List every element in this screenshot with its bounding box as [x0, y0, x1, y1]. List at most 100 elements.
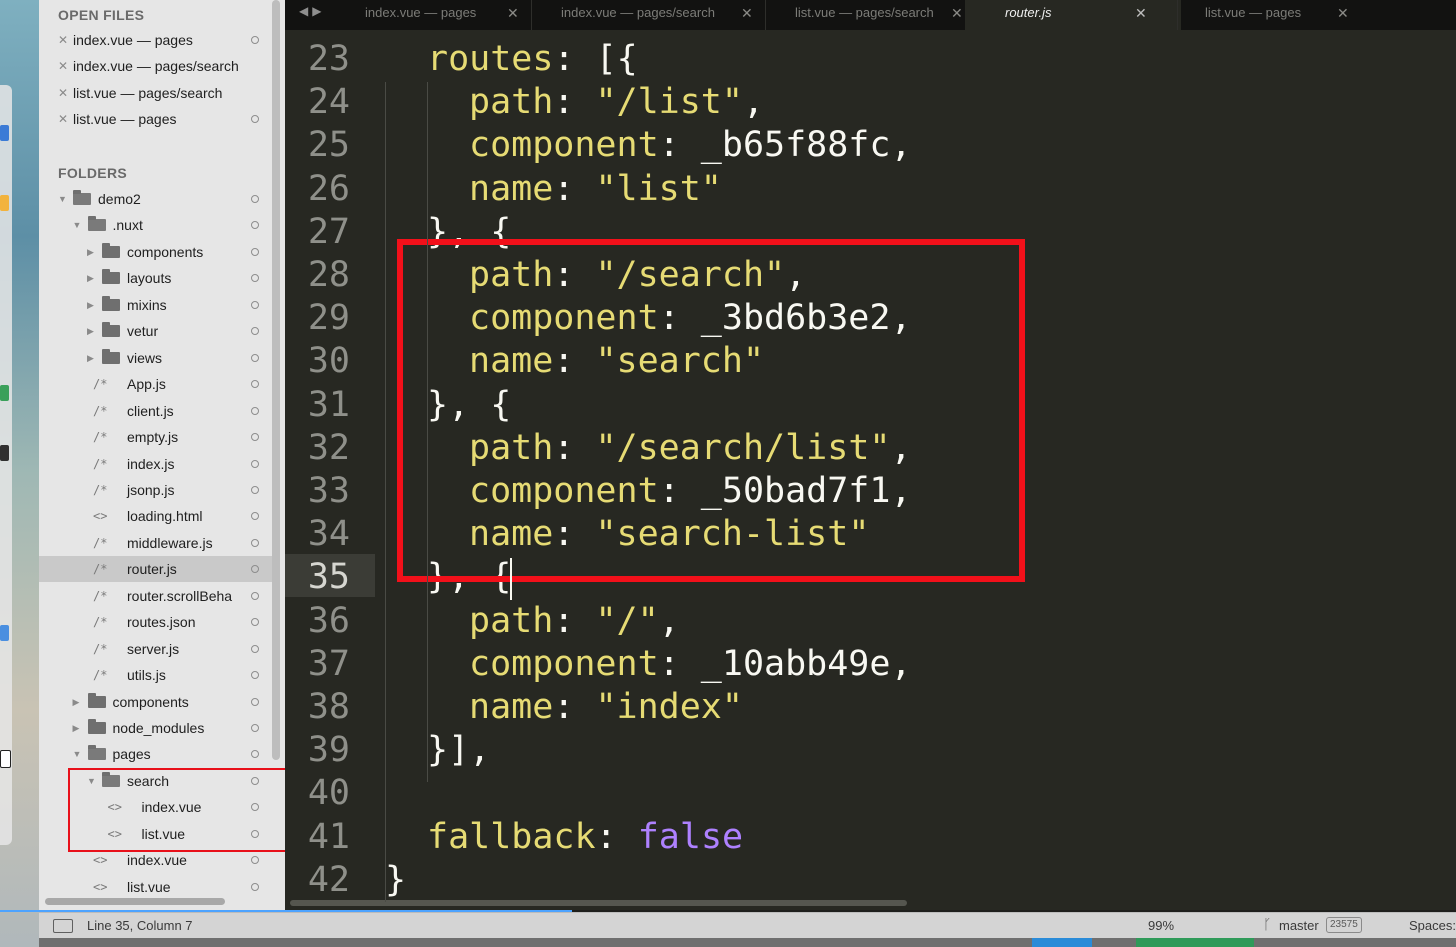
tree-item[interactable]: /* index.js [39, 451, 273, 477]
folder-icon [102, 242, 120, 258]
folder-icon [102, 322, 120, 338]
dock-app-icon[interactable] [0, 195, 9, 211]
code-line: path: "/list", [469, 82, 765, 123]
close-icon[interactable]: ✕ [58, 27, 68, 53]
code-editor[interactable]: 23 24 25 26 27 28 29 30 31 32 33 34 35 36 37 38 39 40 41 42… [285, 30, 1456, 910]
line-number: 29 [307, 298, 350, 339]
line-number: 36 [307, 600, 350, 641]
open-file-item[interactable]: ✕ list.vue — pages [39, 106, 273, 132]
open-file-item[interactable]: ✕ list.vue — pages/search [39, 80, 273, 106]
dock-app-icon[interactable] [0, 750, 11, 768]
cursor-position[interactable]: Line 35, Column 7 [87, 918, 193, 933]
tree-item-label: router.js [127, 561, 177, 578]
tree-item[interactable]: /* server.js [39, 636, 273, 662]
tree-item[interactable]: ▶ mixins [39, 292, 273, 318]
indentation-setting[interactable]: Spaces: [1409, 918, 1456, 933]
tab-close-icon[interactable]: ✕ [741, 0, 753, 26]
disclosure-down-icon[interactable]: ▼ [73, 741, 82, 767]
open-file-item[interactable]: ✕ index.vue — pages [39, 27, 273, 53]
disclosure-down-icon[interactable]: ▼ [73, 212, 82, 238]
disclosure-right-icon[interactable]: ▶ [87, 345, 94, 371]
tree-item[interactable]: /* routes.json [39, 609, 273, 635]
status-circle-icon [251, 856, 259, 865]
close-icon[interactable]: ✕ [58, 53, 68, 79]
line-number: 27 [307, 211, 350, 252]
tree-item[interactable]: <> loading.html [39, 503, 273, 529]
disclosure-right-icon[interactable]: ▶ [87, 265, 94, 291]
text-caret [510, 558, 512, 600]
tree-item[interactable]: /* client.js [39, 398, 273, 424]
dock-app-icon[interactable] [0, 625, 9, 641]
tree-item[interactable]: ▼ pages [39, 741, 273, 767]
line-number: 26 [307, 168, 350, 209]
tree-item[interactable]: ▶ components [39, 239, 273, 265]
disclosure-right-icon[interactable]: ▶ [87, 239, 94, 265]
status-circle-icon [251, 591, 259, 600]
sidebar-vertical-scrollbar[interactable] [272, 0, 280, 760]
tree-item[interactable]: /* jsonp.js [39, 477, 273, 503]
tab-nav-arrows-icon[interactable]: ◀▶ [299, 4, 325, 18]
tree-item[interactable]: /* utils.js [39, 662, 273, 688]
folder-icon [73, 190, 91, 205]
tree-item[interactable]: /* router.js [39, 556, 273, 583]
tree-item[interactable]: ▶ layouts [39, 265, 273, 291]
tree-item[interactable]: /* empty.js [39, 424, 273, 450]
dock-app-icon[interactable] [0, 385, 9, 401]
editor-horizontal-scrollbar[interactable] [290, 900, 907, 906]
code-line: fallback: false [427, 816, 744, 857]
tab-close-icon[interactable]: ✕ [951, 0, 963, 26]
disclosure-right-icon[interactable]: ▶ [87, 318, 94, 344]
folder-icon [87, 745, 106, 761]
tree-item[interactable]: /* App.js [39, 371, 273, 397]
git-branch[interactable]: master [1279, 918, 1319, 933]
dock [0, 85, 12, 845]
tab-separator [765, 0, 766, 30]
code-line: component: _10abb49e, [469, 643, 912, 684]
tree-item[interactable]: ▼ demo2 [39, 186, 273, 212]
tab-4[interactable]: list.vue — pages ✕ [1185, 0, 1365, 30]
tree-item-label: server.js [127, 640, 180, 657]
tab-close-icon[interactable]: ✕ [507, 0, 519, 26]
tree-item[interactable]: ▼ .nuxt [39, 212, 273, 238]
js-file-icon: /* [93, 482, 108, 497]
panel-toggle-icon[interactable] [53, 919, 73, 933]
tree-item[interactable]: ▶ components [39, 689, 273, 715]
tab-3[interactable]: router.js ✕ [965, 0, 1181, 30]
status-circle-icon [251, 538, 259, 547]
html-file-icon: <> [93, 879, 108, 894]
tab-2[interactable]: list.vue — pages/search ✕ [775, 0, 979, 30]
line-number: 34 [307, 514, 350, 555]
dock-app-icon[interactable] [0, 445, 9, 461]
tree-item-label: utils.js [127, 667, 166, 684]
folder-icon [87, 216, 106, 232]
tree-item[interactable]: ▶ vetur [39, 318, 273, 344]
folder-icon [87, 719, 106, 734]
line-number: 41 [307, 816, 350, 857]
tab-1[interactable]: index.vue — pages/search ✕ [541, 0, 769, 30]
status-circle-icon [251, 618, 259, 627]
tab-close-icon[interactable]: ✕ [1135, 0, 1147, 26]
tree-item[interactable]: <> list.vue [39, 874, 273, 900]
open-file-item[interactable]: ✕ index.vue — pages/search [39, 53, 273, 79]
disclosure-right-icon[interactable]: ▶ [73, 715, 80, 741]
tree-item[interactable]: /* middleware.js [39, 530, 273, 556]
bottom-strip-segment [1136, 938, 1254, 947]
tree-item[interactable]: ▶ node_modules [39, 715, 273, 741]
disclosure-right-icon[interactable]: ▶ [73, 689, 80, 715]
disclosure-down-icon[interactable]: ▼ [58, 186, 67, 212]
line-number: 37 [307, 643, 350, 684]
close-icon[interactable]: ✕ [58, 106, 68, 132]
disclosure-right-icon[interactable]: ▶ [87, 292, 94, 318]
tab-0[interactable]: index.vue — pages ✕ [345, 0, 535, 30]
tab-close-icon[interactable]: ✕ [1337, 0, 1349, 26]
tree-item[interactable]: /* router.scrollBeha [39, 583, 273, 609]
sidebar-horizontal-scrollbar[interactable] [45, 898, 225, 905]
git-branch-icon: ᚴ [1263, 916, 1272, 932]
tree-item-label: node_modules [112, 720, 205, 736]
indent-guide [427, 82, 428, 782]
line-number: 38 [307, 687, 350, 727]
dock-app-icon[interactable] [0, 125, 9, 141]
close-icon[interactable]: ✕ [58, 80, 68, 106]
status-circle-icon [251, 221, 259, 230]
tree-item[interactable]: ▶ views [39, 345, 273, 371]
